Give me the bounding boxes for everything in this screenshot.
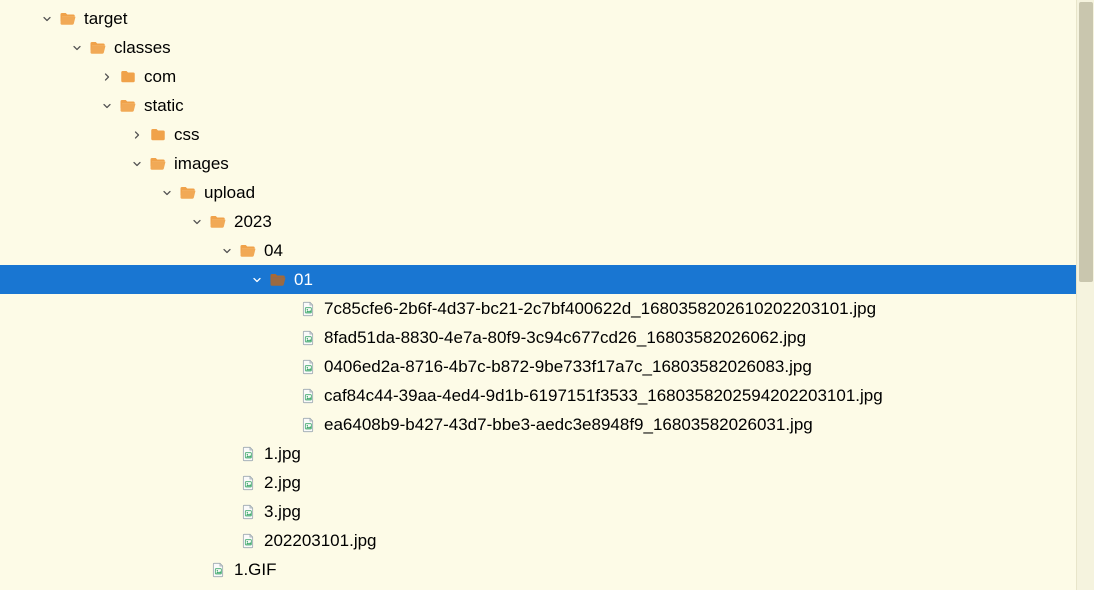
tree-row[interactable]: 0406ed2a-8716-4b7c-b872-9be733f17a7c_168… xyxy=(0,352,1076,381)
folder-open-icon xyxy=(148,154,168,174)
scrollbar-thumb[interactable] xyxy=(1079,2,1093,282)
folder-open-icon xyxy=(268,270,288,290)
folder-open-icon xyxy=(58,9,78,29)
tree-item-label: 202203101.jpg xyxy=(264,531,377,551)
image-file-icon xyxy=(238,473,258,493)
image-file-icon xyxy=(298,386,318,406)
tree-row[interactable]: css xyxy=(0,120,1076,149)
chevron-down-icon[interactable] xyxy=(188,213,206,231)
tree-row[interactable]: 01 xyxy=(0,265,1076,294)
folder-open-icon xyxy=(178,183,198,203)
tree-row[interactable]: static xyxy=(0,91,1076,120)
tree-row[interactable]: ea6408b9-b427-43d7-bbe3-aedc3e8948f9_168… xyxy=(0,410,1076,439)
image-file-icon xyxy=(238,531,258,551)
folder-icon xyxy=(148,125,168,145)
tree-item-label: 01 xyxy=(294,270,313,290)
tree-item-label: 7c85cfe6-2b6f-4d37-bc21-2c7bf400622d_168… xyxy=(324,299,876,319)
folder-open-icon xyxy=(88,38,108,58)
tree-item-label: 8fad51da-8830-4e7a-80f9-3c94c677cd26_168… xyxy=(324,328,806,348)
tree-row[interactable]: 2.jpg xyxy=(0,468,1076,497)
tree-row[interactable]: 8fad51da-8830-4e7a-80f9-3c94c677cd26_168… xyxy=(0,323,1076,352)
tree-row[interactable]: 04 xyxy=(0,236,1076,265)
tree-row[interactable]: 7c85cfe6-2b6f-4d37-bc21-2c7bf400622d_168… xyxy=(0,294,1076,323)
file-tree[interactable]: target classes com static css images upload 202… xyxy=(0,0,1076,584)
tree-item-label: css xyxy=(174,125,200,145)
image-file-icon xyxy=(208,560,228,580)
tree-row[interactable]: 202203101.jpg xyxy=(0,526,1076,555)
image-file-icon xyxy=(238,502,258,522)
tree-item-label: com xyxy=(144,67,176,87)
folder-open-icon xyxy=(238,241,258,261)
folder-open-icon xyxy=(208,212,228,232)
tree-item-label: 3.jpg xyxy=(264,502,301,522)
chevron-down-icon[interactable] xyxy=(68,39,86,57)
chevron-right-icon[interactable] xyxy=(128,126,146,144)
image-file-icon xyxy=(238,444,258,464)
tree-row[interactable]: 1.GIF xyxy=(0,555,1076,584)
chevron-right-icon[interactable] xyxy=(98,68,116,86)
chevron-down-icon[interactable] xyxy=(158,184,176,202)
tree-row[interactable]: upload xyxy=(0,178,1076,207)
tree-item-label: upload xyxy=(204,183,255,203)
tree-row[interactable]: caf84c44-39aa-4ed4-9d1b-6197151f3533_168… xyxy=(0,381,1076,410)
tree-item-label: 2.jpg xyxy=(264,473,301,493)
tree-row[interactable]: target xyxy=(0,4,1076,33)
tree-row[interactable]: 3.jpg xyxy=(0,497,1076,526)
tree-item-label: static xyxy=(144,96,184,116)
chevron-down-icon[interactable] xyxy=(248,271,266,289)
image-file-icon xyxy=(298,299,318,319)
tree-row[interactable]: com xyxy=(0,62,1076,91)
folder-icon xyxy=(118,67,138,87)
chevron-down-icon[interactable] xyxy=(38,10,56,28)
image-file-icon xyxy=(298,415,318,435)
tree-item-label: target xyxy=(84,9,127,29)
tree-item-label: 1.jpg xyxy=(264,444,301,464)
tree-row[interactable]: classes xyxy=(0,33,1076,62)
chevron-down-icon[interactable] xyxy=(98,97,116,115)
tree-item-label: caf84c44-39aa-4ed4-9d1b-6197151f3533_168… xyxy=(324,386,883,406)
folder-open-icon xyxy=(118,96,138,116)
tree-item-label: images xyxy=(174,154,229,174)
tree-item-label: 1.GIF xyxy=(234,560,277,580)
tree-item-label: ea6408b9-b427-43d7-bbe3-aedc3e8948f9_168… xyxy=(324,415,813,435)
tree-item-label: 2023 xyxy=(234,212,272,232)
tree-item-label: 04 xyxy=(264,241,283,261)
chevron-down-icon[interactable] xyxy=(128,155,146,173)
scrollbar-track[interactable] xyxy=(1076,0,1094,590)
tree-row[interactable]: 2023 xyxy=(0,207,1076,236)
chevron-down-icon[interactable] xyxy=(218,242,236,260)
tree-item-label: 0406ed2a-8716-4b7c-b872-9be733f17a7c_168… xyxy=(324,357,812,377)
tree-row[interactable]: 1.jpg xyxy=(0,439,1076,468)
tree-row[interactable]: images xyxy=(0,149,1076,178)
tree-item-label: classes xyxy=(114,38,171,58)
image-file-icon xyxy=(298,357,318,377)
image-file-icon xyxy=(298,328,318,348)
